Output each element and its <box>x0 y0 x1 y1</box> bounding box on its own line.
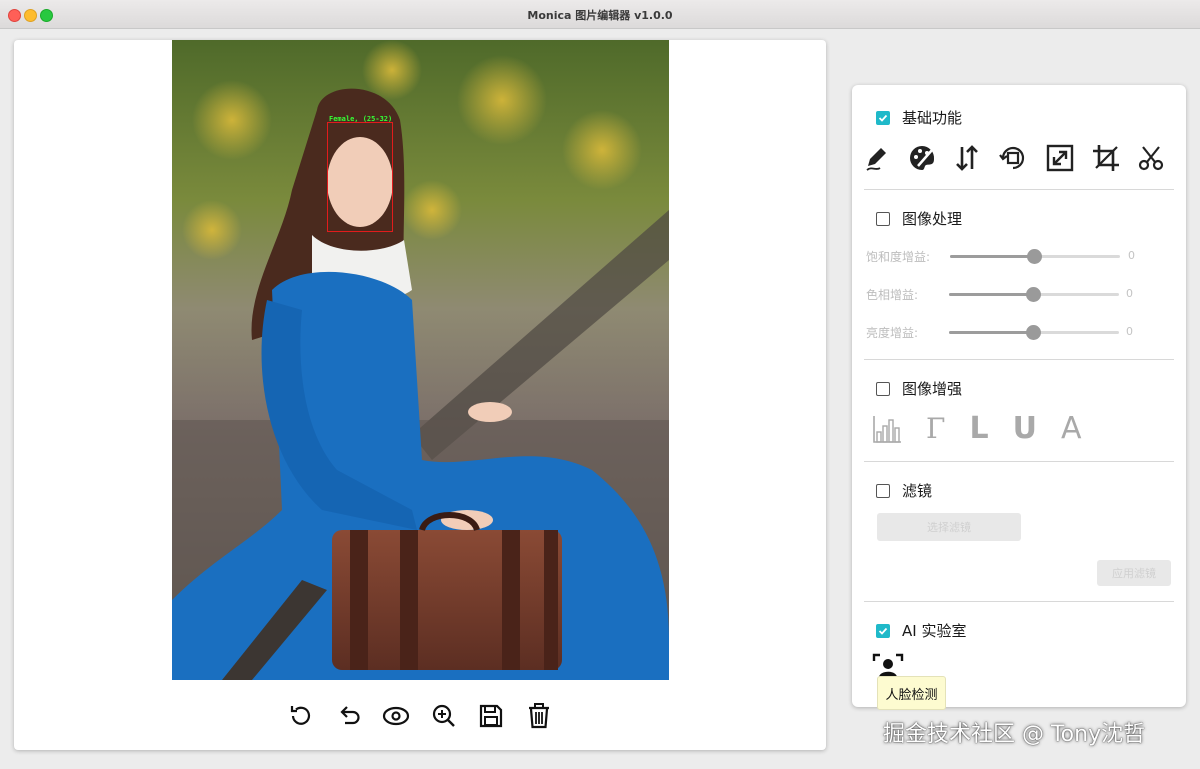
hue-label: 色相增益: <box>866 288 919 302</box>
a-enhance-button[interactable]: A <box>1061 411 1082 446</box>
image-processing-label: 图像处理 <box>902 210 963 228</box>
bottom-toolbar <box>285 698 555 734</box>
scissors-icon[interactable] <box>1138 144 1164 172</box>
flip-arrows-icon[interactable] <box>954 144 980 172</box>
l-enhance-button[interactable]: L <box>969 411 988 446</box>
delete-icon[interactable] <box>523 700 555 732</box>
basic-checkbox[interactable] <box>876 110 890 125</box>
face-detection-box <box>327 122 393 232</box>
brightness-value: 0 <box>1126 325 1133 338</box>
brightness-thumb[interactable] <box>1026 325 1041 340</box>
undo-icon[interactable] <box>333 700 365 732</box>
brightness-label: 亮度增益: <box>866 326 919 340</box>
image-enhance-label: 图像增强 <box>902 380 963 398</box>
hue-slider-row: 色相增益: 0 <box>866 284 1166 304</box>
zoom-in-icon[interactable] <box>428 700 460 732</box>
image-processing-checkbox[interactable] <box>876 211 890 226</box>
saturation-fill <box>950 255 1035 258</box>
draw-pencil-icon[interactable] <box>864 144 890 172</box>
tools-panel: 基础功能 图像处理 饱和度增益: 0 色相增益: 0 亮度增益: 0 图像增强 … <box>852 85 1186 707</box>
image-processing-header: 图像处理 <box>876 208 962 229</box>
ai-lab-header: AI 实验室 <box>876 620 966 641</box>
saturation-value: 0 <box>1128 249 1135 262</box>
ai-lab-checkbox[interactable] <box>876 623 890 638</box>
photo-illustration <box>172 40 669 680</box>
enhance-tools-row: Γ L U A <box>872 411 1081 446</box>
crop-icon[interactable] <box>1092 144 1120 172</box>
image-enhance-checkbox[interactable] <box>876 381 890 396</box>
image-enhance-header: 图像增强 <box>876 378 962 399</box>
divider <box>864 189 1174 190</box>
divider <box>864 359 1174 360</box>
filter-checkbox[interactable] <box>876 483 890 498</box>
hue-fill <box>949 293 1034 296</box>
rotate-icon[interactable] <box>998 143 1028 173</box>
brightness-fill <box>949 331 1034 334</box>
save-icon[interactable] <box>475 700 507 732</box>
saturation-thumb[interactable] <box>1027 249 1042 264</box>
palette-icon[interactable] <box>908 144 936 172</box>
filter-header: 滤镜 <box>876 480 932 501</box>
divider <box>864 601 1174 602</box>
basic-section-label: 基础功能 <box>902 109 963 127</box>
basic-tools-row <box>864 143 1164 173</box>
preview-eye-icon[interactable] <box>380 700 412 732</box>
hue-thumb[interactable] <box>1026 287 1041 302</box>
apply-filter-button[interactable]: 应用滤镜 <box>1097 560 1171 586</box>
brightness-slider-row: 亮度增益: 0 <box>866 322 1166 342</box>
watermark: 掘金技术社区 @ Tony沈哲 <box>883 722 1146 747</box>
brightness-slider[interactable] <box>949 325 1119 340</box>
u-enhance-button[interactable]: U <box>1013 411 1037 446</box>
gamma-button[interactable]: Γ <box>926 412 945 445</box>
edited-photo: Female, (25-32) <box>172 40 669 680</box>
filter-label: 滤镜 <box>902 482 933 500</box>
basic-section-header: 基础功能 <box>876 107 962 128</box>
window-title: Monica 图片编辑器 v1.0.0 <box>527 9 673 22</box>
select-filter-button[interactable]: 选择滤镜 <box>877 513 1021 541</box>
saturation-label: 饱和度增益: <box>866 250 931 264</box>
saturation-slider[interactable] <box>950 249 1120 264</box>
title-bar: Monica 图片编辑器 v1.0.0 <box>0 0 1200 29</box>
divider <box>864 461 1174 462</box>
reset-icon[interactable] <box>285 700 317 732</box>
hue-slider[interactable] <box>949 287 1119 302</box>
histogram-icon[interactable] <box>872 414 902 444</box>
ai-lab-label: AI 实验室 <box>902 622 967 640</box>
resize-icon[interactable] <box>1046 144 1074 172</box>
hue-value: 0 <box>1126 287 1133 300</box>
face-detect-tooltip: 人脸检测 <box>877 676 946 710</box>
saturation-slider-row: 饱和度增益: 0 <box>866 246 1166 266</box>
